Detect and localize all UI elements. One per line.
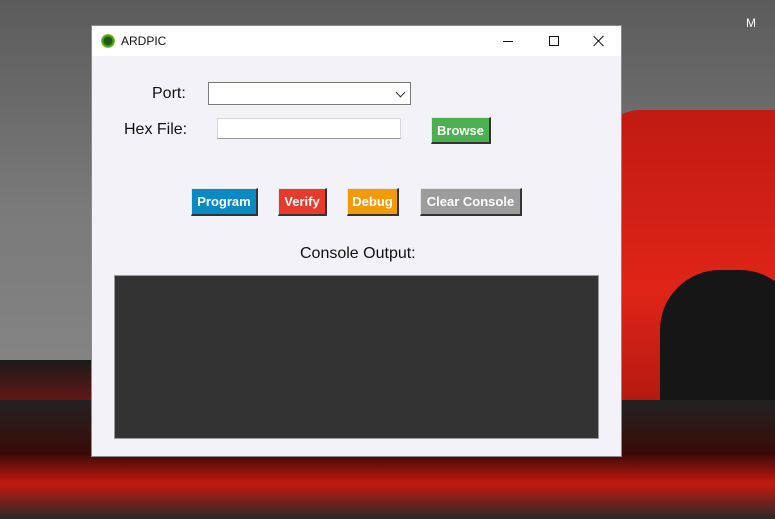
window-title: ARDPIC [121, 34, 167, 48]
hex-file-input[interactable] [217, 118, 401, 139]
ardpic-window: ARDPIC Port: Hex File: Browse Program Ve… [91, 25, 622, 457]
minimize-icon [503, 40, 513, 42]
desktop-corner-text: M [746, 16, 756, 30]
port-select[interactable] [208, 82, 411, 105]
title-bar[interactable]: ARDPIC [92, 26, 621, 56]
verify-button[interactable]: Verify [278, 188, 327, 216]
port-label: Port: [152, 85, 186, 102]
console-output-label: Console Output: [300, 245, 416, 262]
browse-button[interactable]: Browse [431, 117, 491, 144]
hex-file-label: Hex File: [124, 121, 188, 138]
maximize-icon [549, 36, 559, 46]
maximize-button[interactable] [531, 26, 577, 56]
console-output[interactable] [114, 275, 599, 439]
clear-console-button[interactable]: Clear Console [420, 188, 522, 216]
program-button[interactable]: Program [191, 188, 258, 216]
ardpic-chip-icon [101, 34, 115, 48]
debug-button[interactable]: Debug [347, 188, 399, 216]
minimize-button[interactable] [485, 26, 531, 56]
chevron-down-icon [395, 87, 406, 98]
close-icon [593, 35, 605, 47]
close-button[interactable] [576, 26, 622, 56]
